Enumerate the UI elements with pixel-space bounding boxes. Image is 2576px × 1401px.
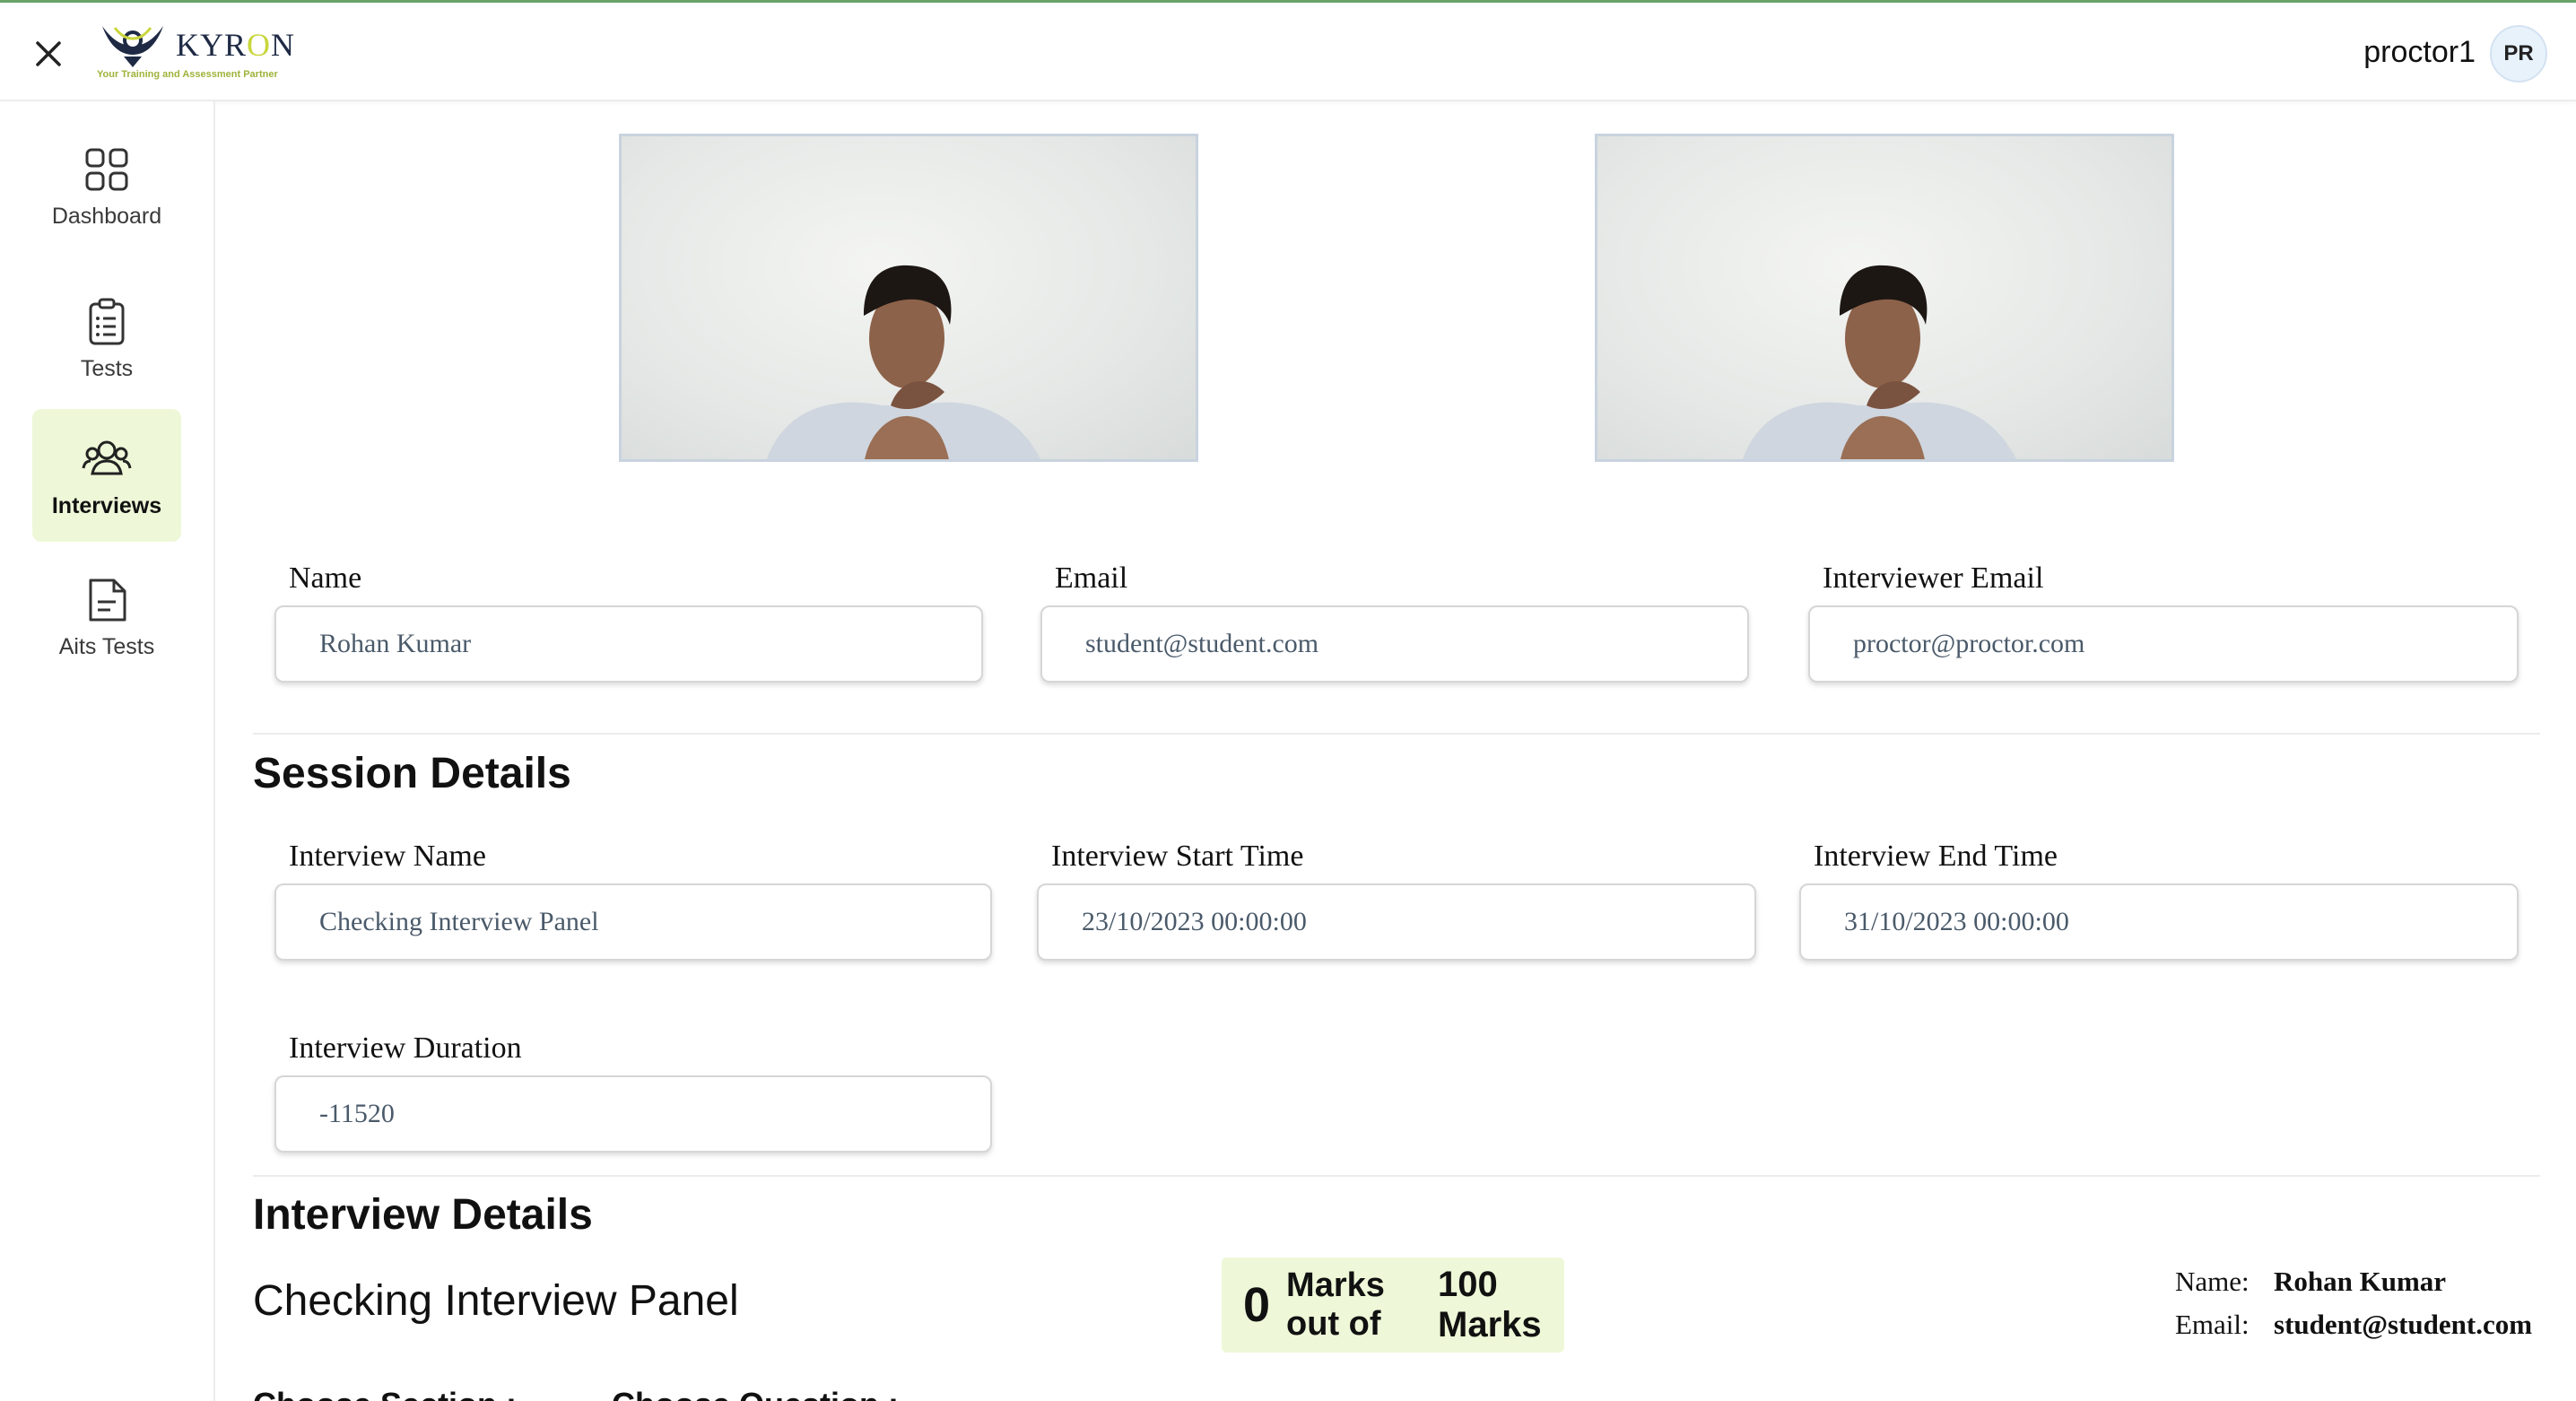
name-field[interactable]: Rohan Kumar: [274, 605, 983, 683]
document-icon: [89, 579, 126, 621]
logo-wordmark: KYRON: [176, 27, 296, 63]
person-image: [1743, 265, 2016, 459]
marks-text: Marks out of: [1286, 1266, 1385, 1343]
email-field[interactable]: student@student.com: [1040, 605, 1749, 683]
clipboard-icon: [89, 298, 125, 344]
info-name-label: Name:: [2175, 1266, 2250, 1297]
interview-end-time-field[interactable]: 31/10/2023 00:00:00: [1799, 883, 2519, 961]
choose-section-label: Choose Section :: [253, 1386, 517, 1401]
sidebar-item-label: Tests: [80, 355, 134, 381]
interview-panel-name: Checking Interview Panel: [253, 1277, 739, 1325]
logo-tagline: Your Training and Assessment Partner: [97, 69, 278, 80]
info-email-label: Email:: [2175, 1309, 2250, 1340]
person-image: [767, 265, 1040, 459]
info-name-value: Rohan Kumar: [2274, 1266, 2447, 1297]
close-icon[interactable]: [29, 34, 68, 74]
interview-duration-label: Interview Duration: [289, 1031, 522, 1065]
sidebar: Dashboard Tests Interviews Aits Tests: [0, 101, 215, 1401]
interview-start-time-label: Interview Start Time: [1051, 840, 1304, 873]
interview-end-time-label: Interview End Time: [1814, 840, 2058, 873]
kyron-logo: KYRON Your Training and Assessment Partn…: [93, 19, 309, 91]
main-content: Name Rohan Kumar Email student@student.c…: [217, 103, 2576, 1401]
sidebar-item-label: Dashboard: [51, 203, 162, 229]
interview-duration-field[interactable]: -11520: [274, 1075, 992, 1153]
interview-name-field[interactable]: Checking Interview Panel: [274, 883, 992, 961]
interviewer-email-field[interactable]: proctor@proctor.com: [1808, 605, 2519, 683]
interview-start-time-field[interactable]: 23/10/2023 00:00:00: [1037, 883, 1756, 961]
info-email-row: Email: student@student.com: [2175, 1309, 2532, 1341]
interview-name-label: Interview Name: [289, 840, 486, 873]
interviewer-email-label: Interviewer Email: [1823, 561, 2044, 595]
info-name-row: Name: Rohan Kumar: [2175, 1266, 2446, 1298]
avatar[interactable]: PR: [2490, 25, 2547, 83]
webcam-feed-1: [619, 134, 1198, 462]
choose-question-label: Choose Question :: [612, 1386, 899, 1401]
name-label: Name: [289, 561, 362, 595]
sidebar-item-label: Aits Tests: [58, 633, 155, 659]
sidebar-item-aits-tests[interactable]: Aits Tests: [32, 550, 181, 683]
interview-details-title: Interview Details: [253, 1191, 593, 1239]
marks-obtained: 0: [1243, 1278, 1271, 1332]
marks-total: 100 Marks: [1438, 1265, 1542, 1344]
grid-icon: [85, 148, 128, 190]
users-icon: [82, 440, 132, 474]
email-label: Email: [1055, 561, 1128, 595]
divider: [253, 733, 2540, 735]
webcam-feed-2: [1595, 134, 2174, 462]
divider: [253, 1175, 2540, 1177]
sidebar-item-tests[interactable]: Tests: [32, 272, 181, 405]
sidebar-item-interviews[interactable]: Interviews: [32, 409, 181, 542]
marks-badge: 0 Marks out of 100 Marks: [1222, 1257, 1564, 1353]
session-details-title: Session Details: [253, 750, 571, 797]
info-email-value: student@student.com: [2274, 1309, 2533, 1340]
sidebar-item-label: Interviews: [51, 492, 162, 518]
top-bar: KYRON Your Training and Assessment Partn…: [0, 0, 2576, 101]
sidebar-item-dashboard[interactable]: Dashboard: [32, 119, 181, 252]
kyron-emblem-icon: [102, 26, 163, 67]
user-name[interactable]: proctor1: [2363, 35, 2476, 70]
